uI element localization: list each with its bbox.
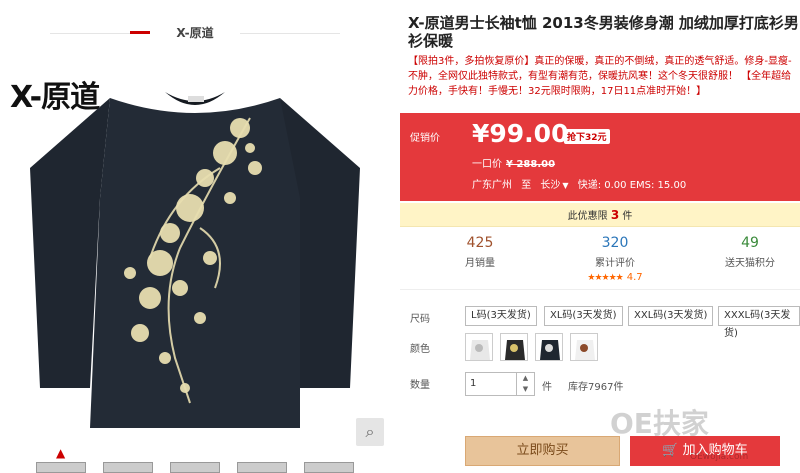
limit-prefix: 此优惠限 xyxy=(567,211,608,222)
product-details: X-原道男士长袖t恤 2013冬男装修身潮 加绒加厚打底衫男衫保暖 【限拍3件，… xyxy=(400,0,800,473)
tshirt-image xyxy=(30,92,360,428)
original-price-label: 一口价 xyxy=(472,159,502,170)
thumbnail[interactable] xyxy=(36,462,86,473)
points-value: 49 xyxy=(741,235,759,251)
reviews-caption: 累计评价 xyxy=(595,258,635,269)
sales-value: 425 xyxy=(466,235,494,251)
product-gallery: X-原道 X-原道 ⌕ ▲ xyxy=(0,0,390,473)
color-swatch[interactable] xyxy=(465,333,493,361)
star-rating-icon: ★★★★★ xyxy=(587,273,623,283)
thumbnail-strip xyxy=(36,462,356,473)
size-option[interactable]: XXXL码(3天发货) xyxy=(718,306,800,339)
sales-caption: 月销量 xyxy=(465,258,495,269)
shipping-fees: 快递: 0.00 EMS: 15.00 xyxy=(577,180,687,191)
zoom-button[interactable]: ⌕ xyxy=(356,418,384,446)
watermark-sub: OEwojia.com xyxy=(690,452,749,462)
size-option[interactable]: XL码(3天发货) xyxy=(544,306,623,326)
stock-count: 库存7967件 xyxy=(568,382,624,393)
reviews[interactable]: 320 累计评价 ★★★★★ 4.7 xyxy=(555,232,675,283)
quantity-unit: 件 xyxy=(542,382,552,393)
divider xyxy=(50,31,150,34)
shop-name[interactable]: X-原道 xyxy=(176,26,213,40)
product-title: X-原道男士长袖t恤 2013冬男装修身潮 加绒加厚打底衫男衫保暖 xyxy=(408,14,799,50)
promo-text: 【限拍3件，多拍恢复原价】真正的保暖，真正的不倒绒，真正的透气舒适。修身-显瘦-… xyxy=(408,56,792,97)
buy-now-button[interactable]: 立即购买 xyxy=(465,436,620,466)
quantity-stepper[interactable]: ▲ ▼ xyxy=(517,372,535,396)
ship-from: 广东广州 xyxy=(472,180,512,191)
limit-count: 3 xyxy=(610,208,620,222)
thumbnail[interactable] xyxy=(237,462,287,473)
original-price: 一口价 ¥ 288.00 xyxy=(472,155,555,170)
quantity-label: 数量 xyxy=(410,380,430,391)
quantity-input[interactable]: 1 xyxy=(465,372,517,396)
divider xyxy=(240,33,340,34)
limit-suffix: 件 xyxy=(622,211,633,222)
chevron-up-icon[interactable]: ▲ xyxy=(56,446,65,460)
watermark: OE扶家 xyxy=(610,407,709,440)
current-price: ¥99.00 xyxy=(472,119,569,148)
reviews-value: 320 xyxy=(601,235,629,251)
size-option[interactable]: XXL码(3天发货) xyxy=(628,306,714,326)
thumbnail[interactable] xyxy=(304,462,354,473)
discount-badge: 抢下32元 xyxy=(564,129,610,144)
color-swatch[interactable] xyxy=(500,333,528,361)
price-label: 促销价 xyxy=(410,133,440,144)
thumbnail[interactable] xyxy=(103,462,153,473)
shop-header: X-原道 xyxy=(30,22,360,44)
rating-value: 4.7 xyxy=(626,272,643,283)
size-label: 尺码 xyxy=(410,314,430,325)
cart-icon: 🛒 xyxy=(662,443,679,458)
size-option[interactable]: L码(3天发货) xyxy=(465,306,537,326)
ship-to-label: 至 xyxy=(521,180,532,191)
chevron-down-icon[interactable]: ▼ xyxy=(517,384,534,395)
tmall-points: 49 送天猫积分 xyxy=(690,232,800,269)
price-panel: 促销价 ¥99.00 抢下32元 一口价 ¥ 288.00 广东广州 至 长沙 ▼ … xyxy=(400,113,800,201)
ship-to-city[interactable]: 长沙 xyxy=(540,180,560,191)
main-product-image[interactable]: X-原道 xyxy=(0,58,390,448)
stats-bar: 425 月销量 320 累计评价 ★★★★★ 4.7 49 送天猫积分 xyxy=(400,232,800,290)
limit-notice: 此优惠限 3 件 xyxy=(400,203,800,227)
magnifier-icon: ⌕ xyxy=(365,422,375,441)
points-caption: 送天猫积分 xyxy=(725,258,775,269)
color-label: 颜色 xyxy=(410,344,430,355)
shipping-info: 广东广州 至 长沙 ▼ 快递: 0.00 EMS: 15.00 xyxy=(472,176,686,191)
original-price-value: ¥ 288.00 xyxy=(506,159,556,170)
chevron-up-icon[interactable]: ▲ xyxy=(517,373,534,384)
chevron-down-icon[interactable]: ▼ xyxy=(562,181,568,190)
thumbnail[interactable] xyxy=(170,462,220,473)
monthly-sales: 425 月销量 xyxy=(420,232,540,269)
color-swatch[interactable] xyxy=(570,333,598,361)
color-swatch[interactable] xyxy=(535,333,563,361)
